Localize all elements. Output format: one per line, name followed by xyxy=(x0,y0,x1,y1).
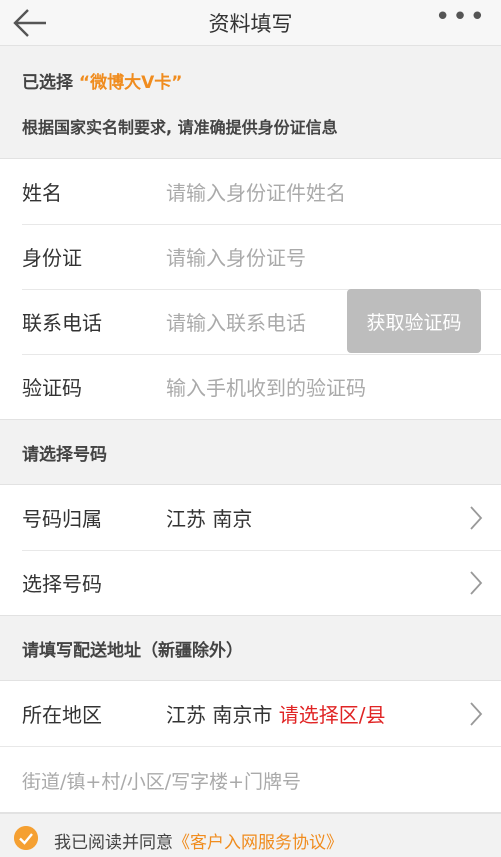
area-label: 所在地区 xyxy=(22,703,102,727)
chevron-right-icon xyxy=(470,571,483,595)
number-region-value: 江苏 南京 xyxy=(166,507,253,531)
area-city: 江苏 南京市 xyxy=(166,703,279,727)
area-value: 江苏 南京市 请选择区/县 xyxy=(166,699,385,728)
number-region-label: 号码归属 xyxy=(22,507,102,531)
nav-bar: 资料填写 ••• xyxy=(0,0,501,46)
number-region-row[interactable]: 号码归属 江苏 南京 xyxy=(0,485,501,550)
name-row[interactable]: 姓名 请输入身份证件姓名 xyxy=(0,159,501,224)
agreement-bar: 我已阅读并同意《客户入网服务协议》 xyxy=(0,813,501,857)
name-label: 姓名 xyxy=(22,181,62,205)
code-input[interactable]: 输入手机收到的验证码 xyxy=(166,372,366,401)
selected-card-name: “微博大V卡” xyxy=(78,73,183,93)
more-icon[interactable]: ••• xyxy=(435,2,487,32)
get-code-button[interactable]: 获取验证码 xyxy=(347,289,481,353)
realname-notice: 根据国家实名制要求, 请准确提供身份证信息 xyxy=(22,118,338,137)
street-address-input[interactable]: 街道/镇+村/小区/写字楼+门牌号 xyxy=(0,746,501,812)
phone-label: 联系电话 xyxy=(22,311,102,335)
checkbox-checked-icon[interactable] xyxy=(14,826,38,850)
page-title: 资料填写 xyxy=(208,12,293,36)
address-section-title: 请填写配送地址（新疆除外） xyxy=(0,616,501,680)
select-number-row[interactable]: 选择号码 xyxy=(0,550,501,615)
id-row[interactable]: 身份证 请输入身份证号 xyxy=(0,224,501,289)
number-section-title: 请选择号码 xyxy=(0,420,501,484)
number-group: 号码归属 江苏 南京 选择号码 xyxy=(0,484,501,616)
selected-prefix: 已选择 xyxy=(22,73,73,93)
chevron-right-icon xyxy=(470,702,483,726)
address-group: 所在地区 江苏 南京市 请选择区/县 街道/镇+村/小区/写字楼+门牌号 xyxy=(0,680,501,813)
phone-input[interactable]: 请输入联系电话 xyxy=(166,307,306,336)
chevron-right-icon xyxy=(470,506,483,530)
selection-info: 已选择 “微博大V卡” 根据国家实名制要求, 请准确提供身份证信息 xyxy=(0,46,501,158)
area-district-prompt: 请选择区/县 xyxy=(278,703,386,727)
agreement-link[interactable]: 《客户入网服务协议》 xyxy=(173,833,343,853)
phone-row[interactable]: 联系电话 请输入联系电话 获取验证码 xyxy=(0,289,501,354)
select-number-label: 选择号码 xyxy=(22,572,102,596)
street-placeholder: 街道/镇+村/小区/写字楼+门牌号 xyxy=(22,771,302,793)
id-label: 身份证 xyxy=(22,246,82,270)
agreement-text: 我已阅读并同意《客户入网服务协议》 xyxy=(54,828,343,853)
id-input[interactable]: 请输入身份证号 xyxy=(166,242,306,271)
selected-card-line: 已选择 “微博大V卡” xyxy=(22,68,182,93)
agreement-prefix: 我已阅读并同意 xyxy=(54,833,173,853)
name-input[interactable]: 请输入身份证件姓名 xyxy=(166,177,346,206)
area-row[interactable]: 所在地区 江苏 南京市 请选择区/县 xyxy=(0,681,501,746)
code-row[interactable]: 验证码 输入手机收到的验证码 xyxy=(0,354,501,419)
identity-form: 姓名 请输入身份证件姓名 身份证 请输入身份证号 联系电话 请输入联系电话 获取… xyxy=(0,158,501,420)
code-label: 验证码 xyxy=(22,376,82,400)
